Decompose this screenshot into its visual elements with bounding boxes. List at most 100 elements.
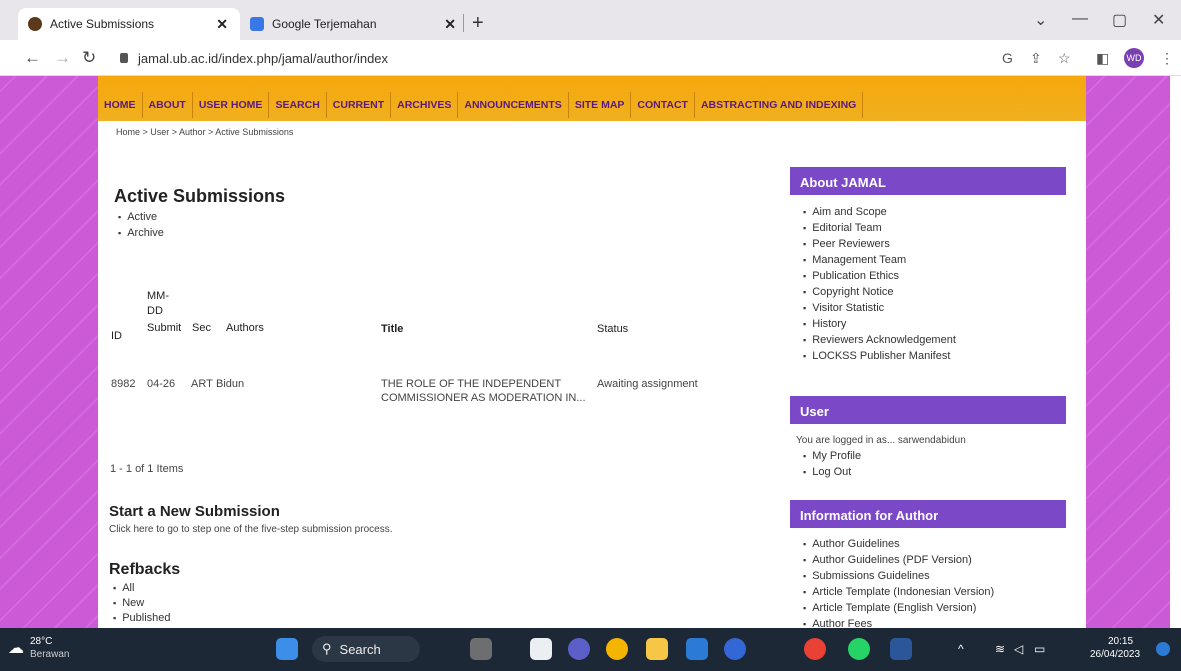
link-visitor-statistic[interactable]: Visitor Statistic [803,300,956,316]
tab-google-translate[interactable]: Google Terjemahan ✕ [240,8,468,40]
scrollbar[interactable] [1170,76,1181,628]
start-icon[interactable] [276,638,298,660]
web-page: HOME ABOUT USER HOME SEARCH CURRENT ARCH… [0,76,1181,628]
link-my-profile[interactable]: My Profile [803,448,861,464]
filter-active[interactable]: Active [118,209,164,225]
about-heading: About JAMAL [790,167,1066,195]
site-favicon-icon [28,17,42,31]
clock-time[interactable]: 20:15 [1108,636,1133,647]
about-links: Aim and Scope Editorial Team Peer Review… [803,204,956,364]
cell-title[interactable]: THE ROLE OF THE INDEPENDENT COMMISSIONER… [381,377,586,405]
weather-icon[interactable]: ☁ [8,638,24,658]
cell-id: 8982 [111,378,136,390]
clock-date[interactable]: 26/04/2023 [1090,649,1140,660]
nav-about[interactable]: ABOUT [143,92,193,118]
link-reviewers-ack[interactable]: Reviewers Acknowledgement [803,332,956,348]
nav-site-map[interactable]: SITE MAP [569,92,632,118]
link-log-out[interactable]: Log Out [803,464,861,480]
link-template-english[interactable]: Article Template (English Version) [803,600,994,616]
nav-announcements[interactable]: ANNOUNCEMENTS [458,92,569,118]
nav-user-home[interactable]: USER HOME [193,92,270,118]
url-field[interactable]: jamal.ub.ac.id/index.php/jamal/author/in… [110,44,990,72]
share-icon[interactable]: ⇪ [1030,50,1042,67]
taskbar-search[interactable]: ⚲ Search [312,636,420,662]
filter-archive[interactable]: Archive [118,225,164,241]
link-peer-reviewers[interactable]: Peer Reviewers [803,236,956,252]
col-id: ID [111,330,122,342]
widgets-icon[interactable] [470,638,492,660]
refback-new[interactable]: New [113,596,171,611]
cell-sec: ART [191,378,213,390]
profile-avatar[interactable]: WD [1124,48,1144,68]
link-history[interactable]: History [803,316,956,332]
address-bar-row: ← → ↻ jamal.ub.ac.id/index.php/jamal/aut… [0,40,1181,76]
translate-icon [250,17,264,31]
cell-status[interactable]: Awaiting assignment [597,377,698,391]
wifi-icon[interactable]: ≋ [995,642,1005,656]
temperature: 28°C [30,636,53,647]
minimize-icon[interactable]: — [1072,10,1088,28]
app-icon[interactable] [724,638,746,660]
tab-title: Active Submissions [50,17,155,31]
page-content: Home > User > Author > Active Submission… [98,121,1086,628]
link-copyright-notice[interactable]: Copyright Notice [803,284,956,300]
word-icon[interactable] [890,638,912,660]
store-icon[interactable] [686,638,708,660]
chat-icon[interactable] [568,638,590,660]
author-info-heading: Information for Author [790,500,1066,528]
back-icon[interactable]: ← [24,48,41,68]
window-close-icon[interactable]: ✕ [1152,10,1165,30]
breadcrumb: Home > User > Author > Active Submission… [116,127,294,137]
notification-icon[interactable] [1156,642,1170,656]
new-submission-link[interactable]: Click here to go to step one of the five… [109,523,392,537]
link-author-fees[interactable]: Author Fees [803,616,994,628]
link-aim-scope[interactable]: Aim and Scope [803,204,956,220]
nav-abstracting[interactable]: ABSTRACTING AND INDEXING [695,92,864,118]
nav-search[interactable]: SEARCH [269,92,327,118]
url-text: jamal.ub.ac.id/index.php/jamal/author/in… [138,50,389,66]
tab-active-submissions[interactable]: Active Submissions ✕ [18,8,240,40]
cell-authors[interactable]: Bidun [216,377,244,391]
chrome-icon[interactable] [606,638,628,660]
maximize-icon[interactable]: ▢ [1112,10,1127,30]
link-editorial-team[interactable]: Editorial Team [803,220,956,236]
menu-dots-icon[interactable]: ⋮ [1160,50,1174,67]
refback-published[interactable]: Published [113,611,170,626]
main-nav: HOME ABOUT USER HOME SEARCH CURRENT ARCH… [98,92,864,118]
link-author-guidelines[interactable]: Author Guidelines [803,536,994,552]
task-view-icon[interactable] [530,638,552,660]
file-explorer-icon[interactable] [646,638,668,660]
search-icon: ⚲ [322,641,332,656]
link-lockss[interactable]: LOCKSS Publisher Manifest [803,348,956,364]
google-icon[interactable]: G [1002,50,1013,66]
nav-home[interactable]: HOME [98,92,143,118]
col-authors: Authors [226,322,264,334]
whatsapp-icon[interactable] [848,638,870,660]
bookmark-star-icon[interactable]: ☆ [1058,50,1071,67]
new-tab-icon[interactable]: + [472,12,484,35]
close-icon[interactable]: ✕ [444,16,456,33]
volume-icon[interactable]: ◁ [1014,642,1023,656]
nav-archives[interactable]: ARCHIVES [391,92,459,118]
battery-icon[interactable]: ▭ [1034,642,1045,656]
tray-arrow-icon[interactable]: ^ [958,642,964,656]
nav-contact[interactable]: CONTACT [631,92,695,118]
refback-all[interactable]: All [113,581,171,596]
col-status: Status [597,323,629,335]
weather-text: Berawan [30,649,70,660]
filter-list: Active Archive [118,209,164,241]
chrome-profile-icon[interactable] [804,638,826,660]
link-publication-ethics[interactable]: Publication Ethics [803,268,956,284]
tab-separator [463,14,464,32]
nav-current[interactable]: CURRENT [327,92,392,118]
reload-icon[interactable]: ↻ [82,48,96,68]
forward-icon[interactable]: → [54,48,71,68]
link-management-team[interactable]: Management Team [803,252,956,268]
col-submit: Submit [147,322,182,334]
close-icon[interactable]: ✕ [216,16,228,33]
link-submission-guidelines[interactable]: Submissions Guidelines [803,568,994,584]
link-author-guidelines-pdf[interactable]: Author Guidelines (PDF Version) [803,552,994,568]
link-template-indonesian[interactable]: Article Template (Indonesian Version) [803,584,994,600]
sidepanel-icon[interactable]: ◧ [1096,50,1109,67]
tab-search-icon[interactable]: ⌄ [1034,10,1047,30]
